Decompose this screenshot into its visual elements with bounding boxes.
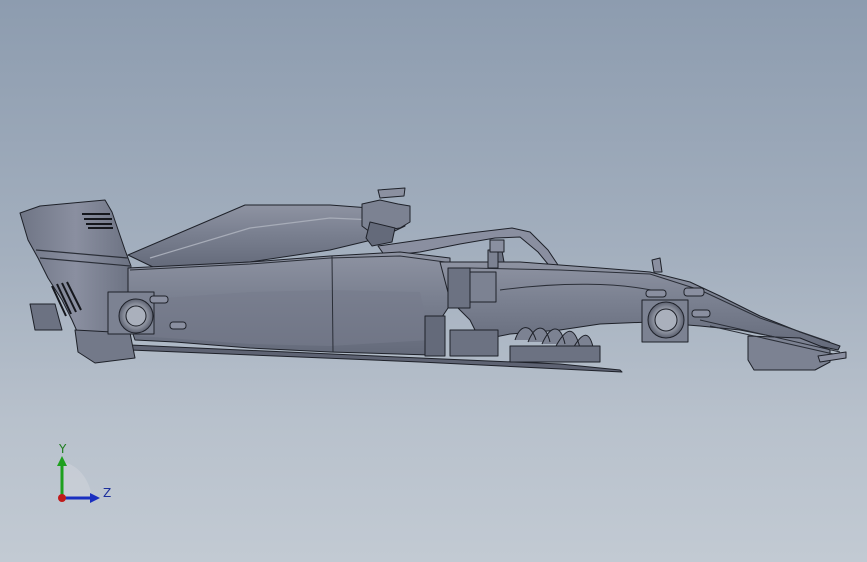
car-assembly <box>19 187 847 373</box>
orientation-triad: Y Z <box>57 442 111 503</box>
cockpit-side-block-4 <box>449 329 499 357</box>
cockpit-side-block-1 <box>447 267 471 309</box>
y-axis-label: Y <box>58 442 67 456</box>
front-suspension-arm-2 <box>683 287 705 297</box>
roll-hoop-intake <box>377 187 406 199</box>
front-suspension-arm-3 <box>691 309 711 318</box>
sidepod-shadow <box>135 290 430 346</box>
front-suspension-arm-1 <box>645 289 667 298</box>
z-axis-arrow <box>90 493 100 503</box>
rear-suspension-arm-1 <box>149 295 169 304</box>
cockpit-side-block-5 <box>487 249 499 269</box>
z-axis-label: Z <box>103 486 111 500</box>
f1-car-model[interactable] <box>0 0 867 562</box>
bargeboard-base <box>509 345 601 363</box>
mirror-stalk <box>489 239 505 253</box>
cockpit-side-block-2 <box>469 271 497 303</box>
rear-suspension-arm-2 <box>169 321 187 330</box>
rear-diffuser-foot <box>74 329 136 364</box>
cockpit-side-block-3 <box>424 315 446 357</box>
triad-plane-shading <box>62 462 92 498</box>
nose-fin <box>651 257 663 273</box>
rear-diffuser-block <box>29 303 63 331</box>
y-axis-arrow <box>57 456 67 466</box>
x-axis-point <box>58 494 66 502</box>
graphics-viewport[interactable]: Y Z <box>0 0 867 562</box>
